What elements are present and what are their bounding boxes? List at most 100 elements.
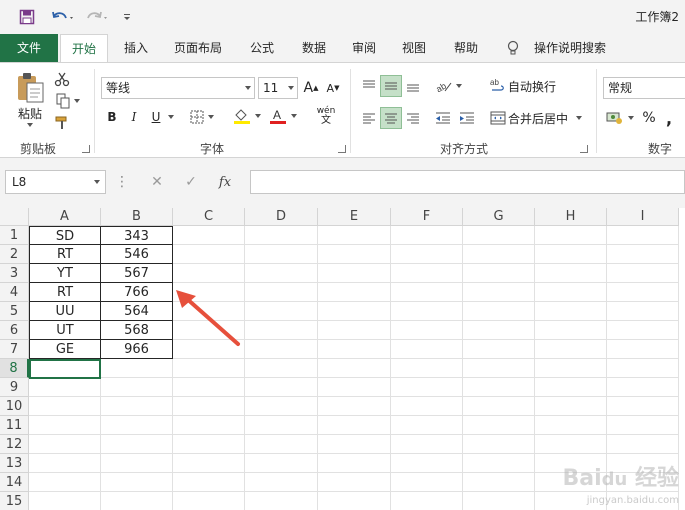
tab-page-layout[interactable]: 页面布局 bbox=[162, 34, 234, 62]
clipboard-launcher-icon[interactable] bbox=[82, 145, 90, 153]
accounting-format-icon[interactable] bbox=[604, 107, 636, 129]
column-header-e[interactable]: E bbox=[318, 208, 391, 226]
cell-b9[interactable] bbox=[101, 378, 173, 397]
column-header-c[interactable]: C bbox=[173, 208, 245, 226]
cell-g11[interactable] bbox=[463, 416, 535, 435]
cell-c3[interactable] bbox=[173, 264, 245, 283]
cell-g13[interactable] bbox=[463, 454, 535, 473]
cell-e1[interactable] bbox=[318, 226, 391, 245]
cell-d3[interactable] bbox=[245, 264, 318, 283]
row-header-8[interactable]: 8 bbox=[0, 359, 29, 378]
cell-c8[interactable] bbox=[173, 359, 245, 378]
align-top-icon[interactable] bbox=[358, 75, 380, 97]
cell-g12[interactable] bbox=[463, 435, 535, 454]
cell-a11[interactable] bbox=[29, 416, 101, 435]
column-header-f[interactable]: F bbox=[391, 208, 463, 226]
row-header-9[interactable]: 9 bbox=[0, 378, 29, 397]
cell-h7[interactable] bbox=[535, 340, 607, 359]
font-name-combo[interactable]: 等线 bbox=[101, 77, 255, 99]
paste-button[interactable]: 粘贴 bbox=[12, 105, 48, 121]
cell-c1[interactable] bbox=[173, 226, 245, 245]
row-header-11[interactable]: 11 bbox=[0, 416, 29, 435]
tab-file[interactable]: 文件 bbox=[0, 34, 58, 62]
cell-d12[interactable] bbox=[245, 435, 318, 454]
format-painter-icon[interactable] bbox=[52, 113, 72, 133]
cell-h12[interactable] bbox=[535, 435, 607, 454]
cancel-icon[interactable]: ✕ bbox=[140, 174, 174, 190]
cell-g5[interactable] bbox=[463, 302, 535, 321]
cell-g4[interactable] bbox=[463, 283, 535, 302]
formula-input[interactable] bbox=[250, 170, 685, 194]
increase-indent-icon[interactable] bbox=[456, 107, 478, 129]
column-header-h[interactable]: H bbox=[535, 208, 607, 226]
paste-dropdown-icon[interactable] bbox=[24, 121, 36, 129]
percent-style-button[interactable]: % bbox=[640, 107, 658, 129]
copy-icon[interactable] bbox=[52, 91, 84, 111]
increase-font-size-icon[interactable]: A ▲ bbox=[302, 77, 320, 99]
cell-c11[interactable] bbox=[173, 416, 245, 435]
cell-i1[interactable] bbox=[607, 226, 679, 245]
insert-function-icon[interactable]: fx bbox=[208, 175, 242, 190]
cell-f4[interactable] bbox=[391, 283, 463, 302]
cell-e3[interactable] bbox=[318, 264, 391, 283]
cell-f5[interactable] bbox=[391, 302, 463, 321]
cell-i4[interactable] bbox=[607, 283, 679, 302]
cell-e15[interactable] bbox=[318, 492, 391, 510]
cell-a13[interactable] bbox=[29, 454, 101, 473]
cell-c13[interactable] bbox=[173, 454, 245, 473]
tab-review[interactable]: 审阅 bbox=[340, 34, 388, 62]
cell-b4[interactable]: 766 bbox=[100, 282, 173, 302]
cell-c14[interactable] bbox=[173, 473, 245, 492]
cell-b12[interactable] bbox=[101, 435, 173, 454]
cell-g2[interactable] bbox=[463, 245, 535, 264]
cell-h1[interactable] bbox=[535, 226, 607, 245]
font-size-combo[interactable]: 11 bbox=[258, 77, 298, 99]
cell-a14[interactable] bbox=[29, 473, 101, 492]
cell-e4[interactable] bbox=[318, 283, 391, 302]
cut-icon[interactable] bbox=[52, 69, 72, 89]
cell-i2[interactable] bbox=[607, 245, 679, 264]
cell-g15[interactable] bbox=[463, 492, 535, 510]
row-header-13[interactable]: 13 bbox=[0, 454, 29, 473]
cell-f15[interactable] bbox=[391, 492, 463, 510]
bold-button[interactable]: B bbox=[104, 107, 120, 127]
cell-g10[interactable] bbox=[463, 397, 535, 416]
cell-i6[interactable] bbox=[607, 321, 679, 340]
cell-d15[interactable] bbox=[245, 492, 318, 510]
row-header-10[interactable]: 10 bbox=[0, 397, 29, 416]
cell-f10[interactable] bbox=[391, 397, 463, 416]
fill-color-icon[interactable] bbox=[230, 105, 264, 127]
borders-icon[interactable] bbox=[186, 107, 218, 127]
cell-g9[interactable] bbox=[463, 378, 535, 397]
column-header-a[interactable]: A bbox=[29, 208, 101, 226]
font-launcher-icon[interactable] bbox=[338, 145, 346, 153]
cell-e6[interactable] bbox=[318, 321, 391, 340]
cell-f8[interactable] bbox=[391, 359, 463, 378]
tell-me-search[interactable]: 操作说明搜索 bbox=[528, 34, 612, 62]
wrap-text-button[interactable]: 自动换行 bbox=[508, 75, 558, 97]
cell-i3[interactable] bbox=[607, 264, 679, 283]
row-header-5[interactable]: 5 bbox=[0, 302, 29, 321]
redo-icon[interactable] bbox=[82, 7, 112, 27]
cell-i11[interactable] bbox=[607, 416, 679, 435]
cell-d4[interactable] bbox=[245, 283, 318, 302]
cell-e12[interactable] bbox=[318, 435, 391, 454]
alignment-launcher-icon[interactable] bbox=[580, 145, 588, 153]
cell-h4[interactable] bbox=[535, 283, 607, 302]
row-header-6[interactable]: 6 bbox=[0, 321, 29, 340]
cell-h5[interactable] bbox=[535, 302, 607, 321]
cell-g14[interactable] bbox=[463, 473, 535, 492]
wrap-text-icon[interactable]: ab bbox=[488, 75, 508, 97]
cell-f9[interactable] bbox=[391, 378, 463, 397]
cell-b1[interactable]: 343 bbox=[100, 226, 173, 245]
cell-d14[interactable] bbox=[245, 473, 318, 492]
cell-d1[interactable] bbox=[245, 226, 318, 245]
align-right-icon[interactable] bbox=[402, 107, 424, 129]
more-options-icon[interactable]: ⋮ bbox=[115, 172, 129, 192]
tab-view[interactable]: 视图 bbox=[390, 34, 438, 62]
select-all-button[interactable] bbox=[0, 208, 29, 226]
cell-d8[interactable] bbox=[245, 359, 318, 378]
align-middle-icon[interactable] bbox=[380, 75, 402, 97]
cell-h6[interactable] bbox=[535, 321, 607, 340]
orientation-icon[interactable]: ab bbox=[432, 75, 466, 97]
